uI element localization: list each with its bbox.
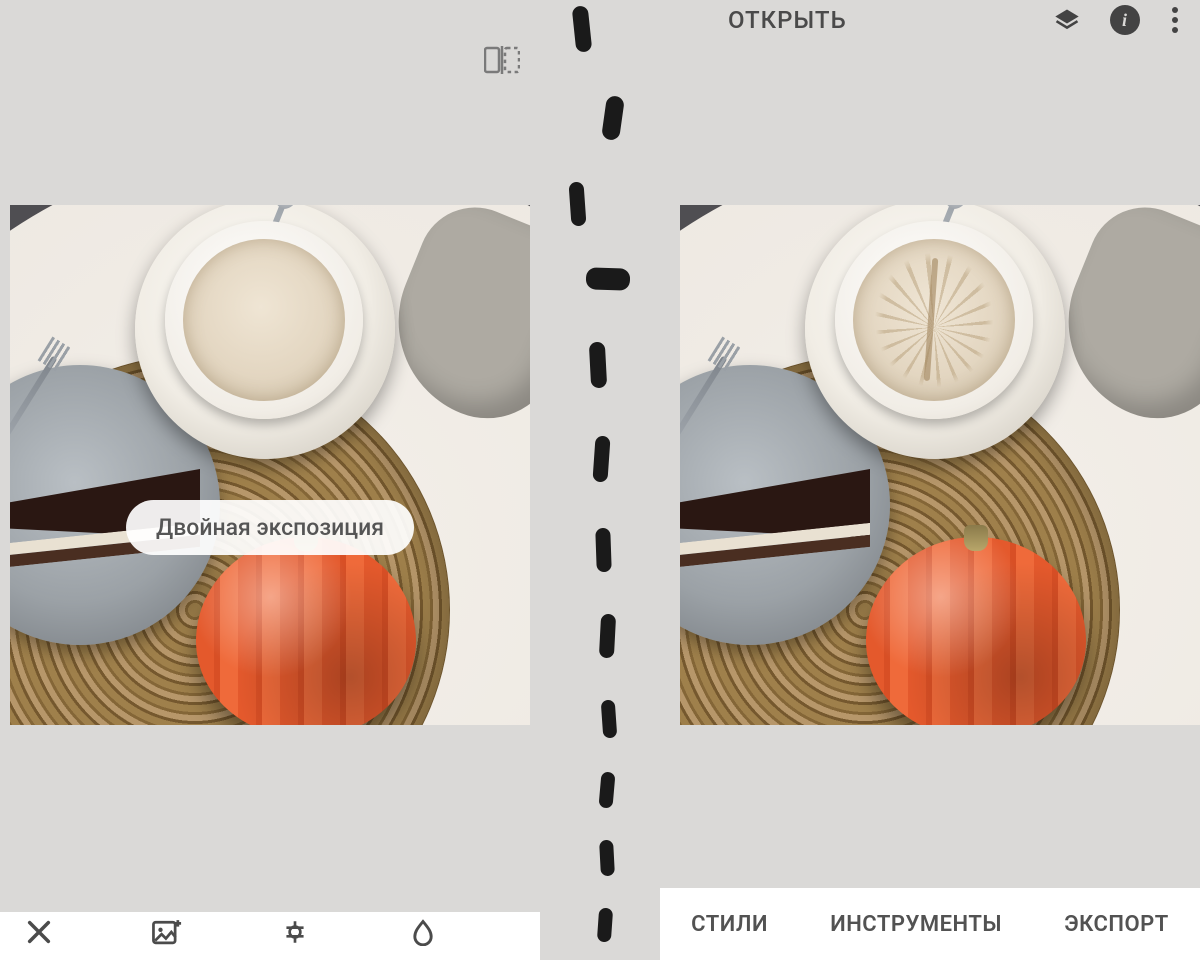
edit-bottom-bar	[0, 912, 540, 960]
close-icon[interactable]	[20, 918, 58, 946]
blend-icon[interactable]	[404, 918, 442, 946]
tool-name-pill: Двойная экспозиция	[126, 500, 414, 555]
tune-icon[interactable]	[276, 918, 314, 946]
open-button[interactable]: ОТКРЫТЬ	[728, 6, 847, 34]
layers-icon[interactable]	[1052, 5, 1082, 35]
more-icon[interactable]	[1168, 5, 1182, 35]
tab-tools[interactable]: ИНСТРУМЕНТЫ	[830, 912, 1002, 937]
info-icon[interactable]: i	[1110, 5, 1140, 35]
edit-screen: Двойная экспозиция	[0, 0, 540, 960]
separator	[560, 0, 640, 960]
add-image-icon[interactable]	[148, 918, 186, 946]
main-screen: ОТКРЫТЬ i	[660, 0, 1200, 960]
compare-icon[interactable]	[484, 46, 520, 74]
main-bottom-bar: СТИЛИ ИНСТРУМЕНТЫ ЭКСПОРТ	[660, 888, 1200, 960]
top-bar: ОТКРЫТЬ i	[660, 0, 1200, 40]
tab-styles[interactable]: СТИЛИ	[691, 912, 768, 937]
main-photo[interactable]	[680, 205, 1200, 725]
edit-photo[interactable]	[10, 205, 530, 725]
tab-export[interactable]: ЭКСПОРТ	[1064, 912, 1169, 937]
